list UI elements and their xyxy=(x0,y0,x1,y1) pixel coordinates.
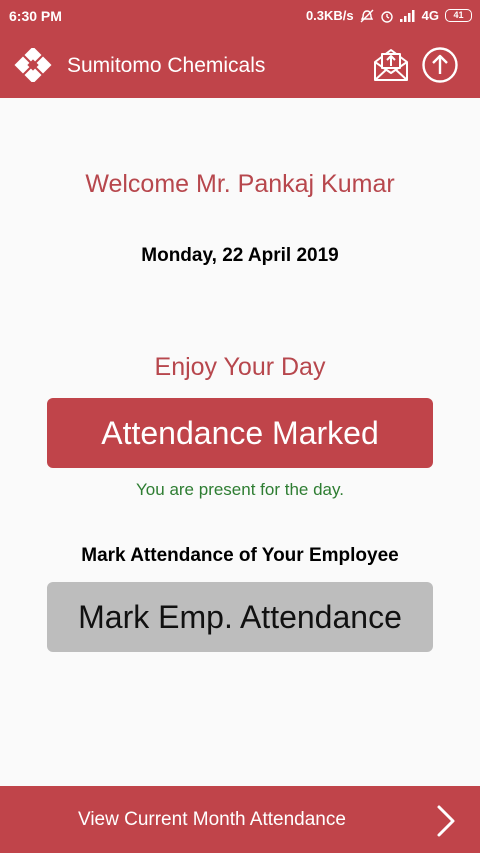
app-title: Sumitomo Chemicals xyxy=(67,54,266,77)
battery-icon: 41 xyxy=(445,9,472,22)
status-bar: 6:30 PM 0.3KB/s 4G 41 xyxy=(0,0,480,32)
chevron-right-icon xyxy=(437,805,455,837)
alarm-icon xyxy=(380,10,393,23)
app-toolbar: Sumitomo Chemicals xyxy=(0,32,480,98)
network-speed: 0.3KB/s xyxy=(305,8,354,23)
logout-upload-icon[interactable] xyxy=(421,46,459,84)
view-month-attendance-label: View Current Month Attendance xyxy=(78,809,346,830)
current-date: Monday, 22 April 2019 xyxy=(141,245,339,266)
status-indicators: 0.3KB/s 4G 41 xyxy=(306,8,472,23)
status-time: 6:30 PM xyxy=(9,8,62,24)
mark-employee-attendance-button[interactable]: Mark Emp. Attendance xyxy=(47,582,433,652)
present-status-text: You are present for the day. xyxy=(136,480,344,499)
network-type: 4G xyxy=(421,8,439,23)
employee-attendance-heading: Mark Attendance of Your Employee xyxy=(81,545,399,566)
mute-icon xyxy=(360,9,374,22)
attendance-marked-button[interactable]: Attendance Marked xyxy=(47,398,433,468)
signal-icon xyxy=(399,9,415,22)
mail-upload-icon[interactable] xyxy=(372,46,410,84)
welcome-text: Welcome Mr. Pankaj Kumar xyxy=(85,170,395,198)
view-month-attendance-bar[interactable]: View Current Month Attendance xyxy=(0,786,480,853)
greeting-text: Enjoy Your Day xyxy=(154,353,326,381)
sumitomo-logo-icon xyxy=(14,48,52,82)
